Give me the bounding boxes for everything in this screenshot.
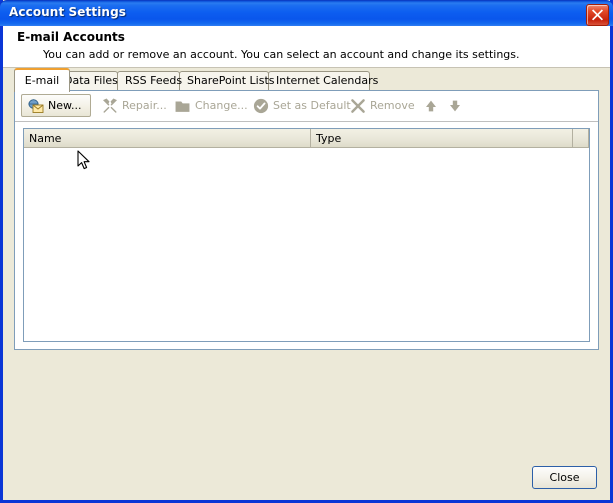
column-header-type[interactable]: Type — [311, 129, 573, 147]
column-header-extra[interactable] — [573, 129, 589, 147]
window-title: Account Settings — [9, 5, 127, 19]
window-close-button[interactable] — [586, 4, 609, 26]
change-label: Change... — [195, 99, 248, 112]
column-header-name[interactable]: Name — [24, 129, 311, 147]
account-settings-dialog: Account Settings E-mail Accounts You can… — [0, 0, 613, 503]
remove-button: Remove — [343, 94, 415, 117]
change-folder-icon — [175, 98, 191, 114]
arrow-up-icon — [423, 98, 439, 114]
tab-rss-feeds[interactable]: RSS Feeds — [117, 71, 182, 90]
check-circle-icon — [253, 98, 269, 114]
set-as-default-label: Set as Default — [273, 99, 351, 112]
repair-label: Repair... — [122, 99, 167, 112]
remove-label: Remove — [370, 99, 415, 112]
tab-e-mail[interactable]: E-mail — [14, 68, 70, 92]
repair-tools-icon — [102, 98, 118, 114]
arrow-down-icon — [447, 98, 463, 114]
tab-address-books[interactable]: Address Books — [477, 71, 565, 90]
tab-panel-email: New... Repair... Change... Set as Default Re… — [14, 90, 599, 350]
title-bar[interactable]: Account Settings — [0, 0, 613, 26]
new-mail-icon — [28, 98, 44, 114]
arrow-up-button — [416, 94, 440, 117]
tab-strip: E-mail Data Files RSS Feeds SharePoint List… — [3, 68, 610, 92]
page-subtitle: You can add or remove an account. You ca… — [43, 48, 520, 61]
change-button: Change... — [168, 94, 248, 117]
tab-published-calendars[interactable]: Published Calendars — [369, 71, 489, 90]
set-as-default-button: Set as Default — [246, 94, 351, 117]
tab-sharepoint-lists[interactable]: SharePoint Lists — [179, 71, 275, 90]
accounts-list-header: Name Type — [24, 129, 589, 148]
page-title: E-mail Accounts — [17, 30, 125, 44]
new-button[interactable]: New... — [21, 94, 91, 117]
close-button[interactable]: Close — [532, 466, 597, 489]
accounts-list[interactable]: Name Type — [23, 128, 590, 342]
tab-internet-calendars[interactable]: Internet Calendars — [268, 71, 378, 90]
dialog-header: E-mail Accounts You can add or remove an… — [3, 26, 610, 68]
new-label: New... — [48, 99, 82, 112]
remove-x-icon — [350, 98, 366, 114]
accounts-toolbar: New... Repair... Change... Set as Default Re… — [15, 91, 598, 122]
repair-button: Repair... — [95, 94, 171, 117]
arrow-down-button — [440, 94, 464, 117]
